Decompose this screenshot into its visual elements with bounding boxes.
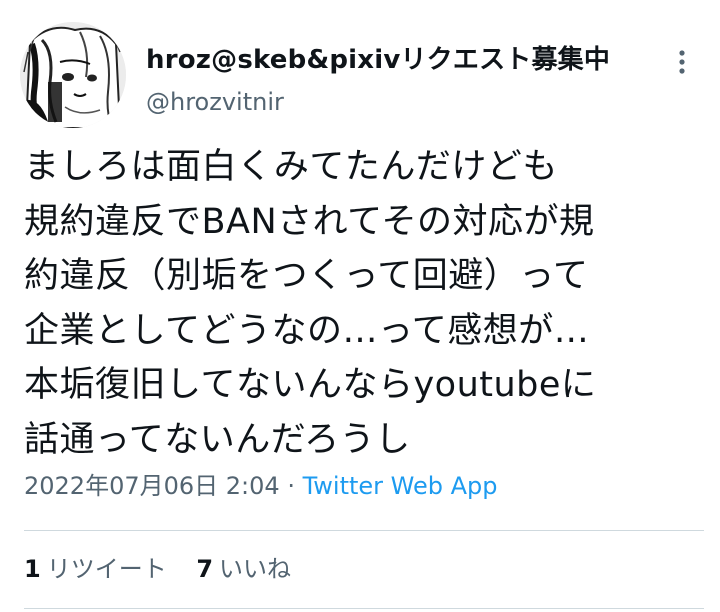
tweet-detail: hroz@skeb&pixivリクエスト募集中 @hrozvitnir ましろは… <box>0 0 720 612</box>
like-count-label: いいね <box>219 555 292 583</box>
engagement-stats: 1 リツイート 7 いいね <box>24 553 291 585</box>
like-count[interactable]: 7 いいね <box>196 553 291 585</box>
retweet-count[interactable]: 1 リツイート <box>24 553 167 585</box>
retweet-count-value: 1 <box>24 555 41 583</box>
author-display-name[interactable]: hroz@skeb&pixivリクエスト募集中 <box>146 43 610 77</box>
divider <box>24 608 704 609</box>
source-app-link[interactable]: Twitter Web App <box>303 472 498 500</box>
avatar-image <box>20 22 126 128</box>
more-vertical-icon[interactable] <box>670 48 694 76</box>
tweet-text: ましろは面白くみてたんだけども 規約違反でBANされてその対応が規 約違反（別垢… <box>24 147 597 460</box>
tweet-meta: 2022年07月06日 2:04 · Twitter Web App <box>24 470 498 502</box>
author-handle[interactable]: @hrozvitnir <box>146 86 284 118</box>
like-count-value: 7 <box>196 555 214 583</box>
tweet-timestamp[interactable]: 2022年07月06日 2:04 <box>24 472 280 500</box>
divider <box>24 530 704 531</box>
retweet-count-label: リツイート <box>46 555 167 583</box>
meta-separator: · <box>287 472 295 500</box>
avatar[interactable] <box>20 22 126 128</box>
